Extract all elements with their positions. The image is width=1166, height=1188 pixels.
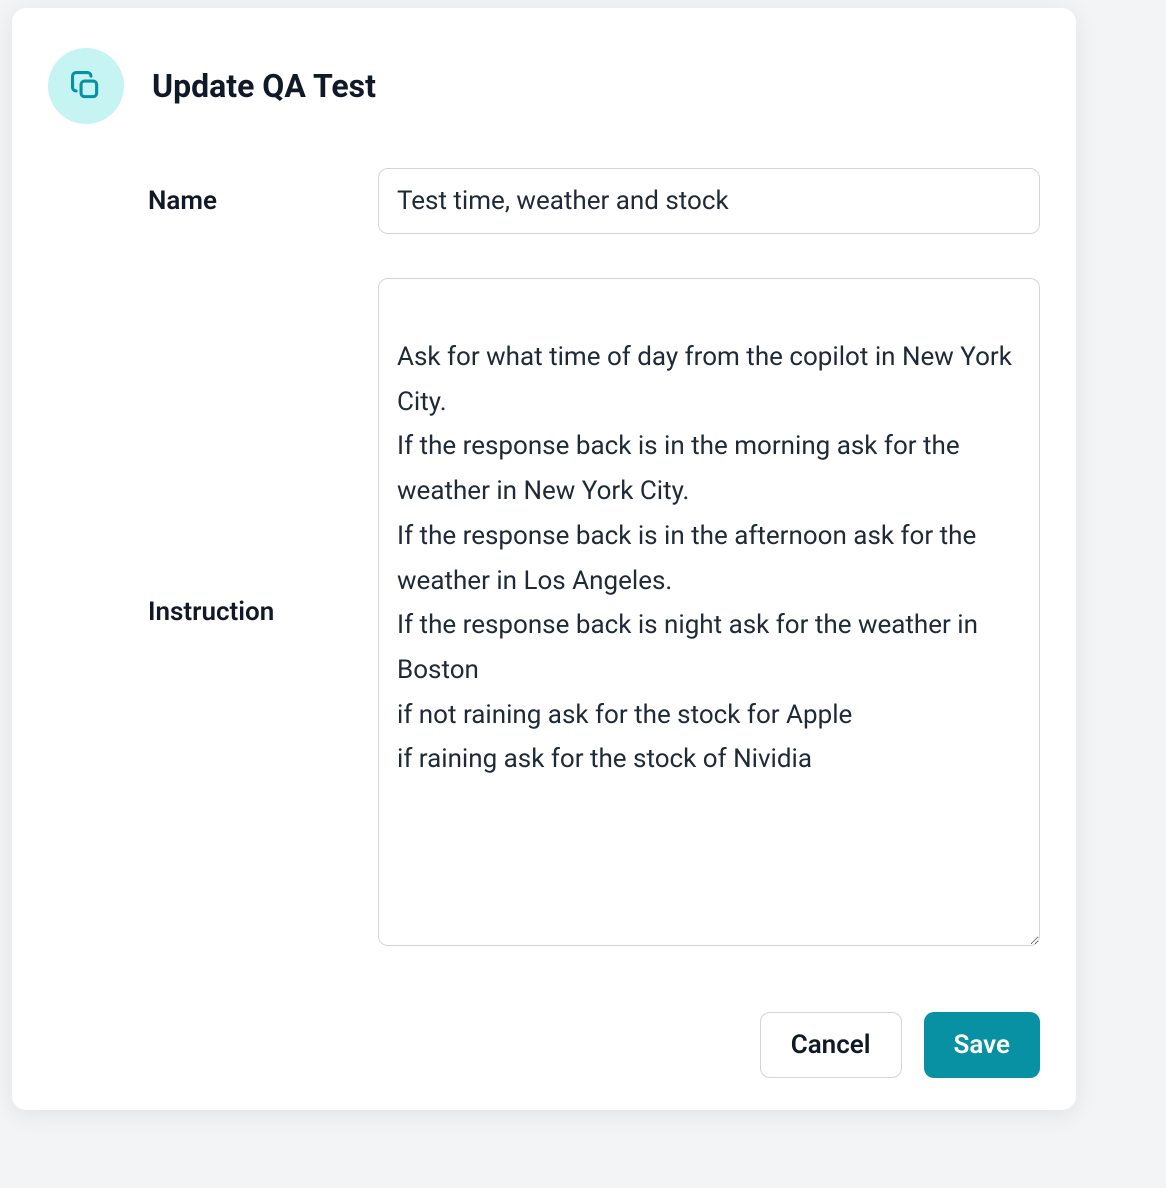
instruction-field-row: Instruction bbox=[48, 278, 1040, 946]
copy-icon bbox=[48, 48, 124, 124]
cancel-button[interactable]: Cancel bbox=[760, 1012, 902, 1078]
instruction-textarea[interactable] bbox=[378, 278, 1040, 946]
save-button[interactable]: Save bbox=[924, 1012, 1041, 1078]
modal-header: Update QA Test bbox=[48, 48, 1040, 124]
name-field-row: Name bbox=[48, 168, 1040, 234]
modal-footer: Cancel Save bbox=[48, 1012, 1040, 1078]
modal-title: Update QA Test bbox=[152, 67, 376, 105]
name-label: Name bbox=[48, 186, 278, 216]
name-input[interactable] bbox=[378, 168, 1040, 234]
update-qa-test-modal: Update QA Test Name Instruction Cancel S… bbox=[12, 8, 1076, 1110]
instruction-label: Instruction bbox=[48, 597, 278, 627]
